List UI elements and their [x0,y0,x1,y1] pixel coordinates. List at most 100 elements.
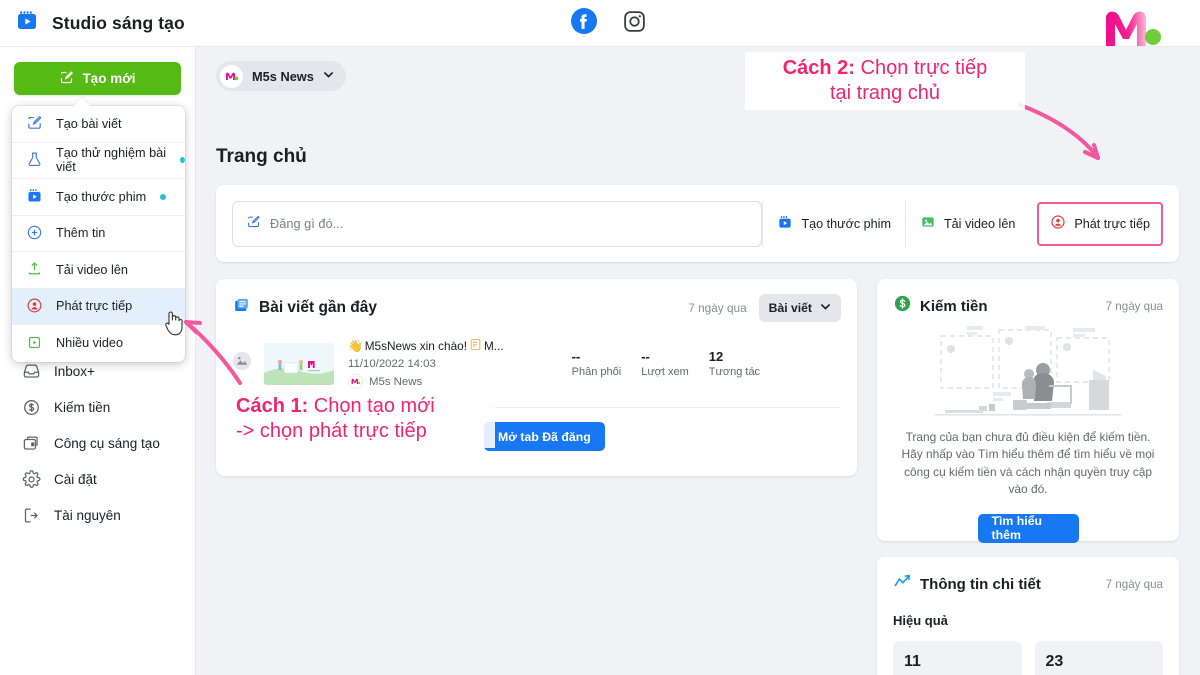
post-thumbnail [264,342,334,385]
dropdown-item-tao-thuoc-phim[interactable]: Tạo thước phim [12,179,185,216]
workspace-illustration [893,324,1163,429]
top-bar-left: Studio sáng tạo [0,9,185,38]
inbox-icon [22,362,41,381]
compose-icon [59,70,74,88]
insights-title: Thông tin chi tiết [920,575,1041,593]
post-date: 11/10/2022 14:03 [348,358,436,370]
dropdown-item-label: Tạo bài viết [56,116,122,131]
create-new-label: Tạo mới [82,71,136,86]
page-avatar [220,64,243,88]
sidebar-item-label: Cài đặt [54,471,97,487]
recent-posts-range: 7 ngày qua [688,301,747,315]
dropdown-item-phat-truc-tiep[interactable]: Phát trực tiếp [12,288,185,325]
gear-icon [22,469,41,489]
recent-posts-header: Bài viết gần đây 7 ngày qua Bài viết [216,279,857,322]
recent-posts-filter-label: Bài viết [768,301,812,315]
post-page: M5s News [348,374,504,389]
post-stats: -- Phân phối -- Lượt xem 12 Tương tác [572,349,760,378]
dropdown-item-label: Tạo thước phim [56,189,147,204]
instagram-icon[interactable] [622,9,647,39]
annotation-rest: Chọn tạo mới [308,395,435,417]
dollar-circle-icon [893,294,912,318]
top-bar: Studio sáng tạo [0,0,1200,61]
annotation-bold: Cách 2: [782,57,855,79]
dropdown-item-tao-bai-viet[interactable]: Tạo bài viết [12,106,185,143]
sidebar-item-creative-tools[interactable]: Công cụ sáng tạo [0,425,195,461]
video-upload-icon [920,214,936,233]
dropdown-item-label: Nhiều video [56,336,124,351]
dropdown-item-tao-thu-nghiem-bai-viet[interactable]: Tạo thử nghiệm bài viết [12,143,185,179]
recent-posts-title: Bài viết gần đây [259,299,378,316]
open-published-tab-button[interactable]: Mở tab Đã đăng [484,422,605,451]
annotation-rest: Chọn trực tiếp [854,57,988,79]
reels-icon [777,214,793,233]
annotation-line-1: Cách 1: Chọn tạo mới [236,394,489,419]
metric-reach: 11 Số người tiếp cận được 83.3% [893,641,1022,675]
post-text: M5sNews xin chào! [364,339,467,353]
dropdown-item-label: Tải video lên [56,262,128,277]
composer-action-phat-truc-tiep[interactable]: Phát trực tiếp [1037,201,1163,246]
dropdown-item-nhieu-video[interactable]: Nhiều video [12,325,185,362]
note-icon [469,338,482,354]
main-content: M5s News Trang chủ Đăng gì đó... Tạo thư… [196,47,1200,675]
sidebar-item-label: Inbox+ [54,363,95,379]
monetization-cta-wrap: Tìm hiểu thêm [977,512,1079,543]
insights-range: 7 ngày qua [1105,577,1163,591]
stat-label: Lượt xem [641,366,689,378]
compose-icon [246,214,261,234]
sidebar-item-label: Công cụ sáng tạo [54,435,160,451]
upload-icon [26,260,45,279]
stat-label: Tương tác [708,366,761,378]
composer-input[interactable]: Đăng gì đó... [232,200,763,247]
creative-tools-icon [22,434,41,453]
app-root: Studio sáng tạo Tạo mới Inbox+ Kiếm tiền… [0,0,1200,675]
dropdown-item-them-tin[interactable]: Thêm tin [12,216,185,252]
compose-icon [26,114,45,133]
new-badge-dot [160,193,167,200]
post-page-label: M5s News [369,375,423,388]
page-title: Trang chủ [216,146,307,167]
recent-posts-filter[interactable]: Bài viết [758,294,841,322]
create-new-button[interactable]: Tạo mới [14,62,181,95]
insights-subtitle: Hiệu quả [893,613,948,628]
facebook-icon[interactable] [570,7,598,40]
insights-card: Thông tin chi tiết 7 ngày qua Hiệu quả 1… [877,557,1179,675]
new-badge-dot [180,157,185,164]
sidebar-item-resources[interactable]: Tài nguyên [0,497,195,533]
annotation-cach-2: Cách 2: Chọn trực tiếp tại trang chủ [745,52,1025,110]
stat-value: -- [641,349,650,364]
sidebar-item-settings[interactable]: Cài đặt [0,461,195,497]
social-links [570,0,647,47]
monetization-header: Kiếm tiền 7 ngày qua [893,294,1163,318]
hand-cursor-icon [162,308,184,336]
plus-circle-icon [26,224,45,243]
dropdown-item-tai-video-len[interactable]: Tải video lên [12,252,185,289]
multi-video-icon [26,334,45,353]
stat-value: 12 [708,349,724,364]
annotation-line-1: Cách 2: Chọn trực tiếp [751,56,1019,81]
dropdown-item-label: Phát trực tiếp [56,299,133,314]
learn-more-button[interactable]: Tìm hiểu thêm [977,513,1079,543]
chevron-down-icon [820,301,831,315]
annotation-cach-1: Cách 1: Chọn tạo mới -> chọn phát trực t… [230,390,495,448]
page-selector-chip[interactable]: M5s News [216,61,346,91]
metric-value: 11 [904,653,921,670]
sidebar-item-monetization[interactable]: Kiếm tiền [0,389,195,425]
composer-action-label: Tải video lên [943,216,1016,231]
stat-label: Phân phối [571,366,622,378]
post-row[interactable]: 👋 M5sNews xin chào! M... 11/10/2022 14:0… [216,322,857,389]
composer-action-tai-video-len[interactable]: Tải video lên [904,200,1029,247]
stat-value: -- [571,349,581,364]
composer-action-label: Tạo thước phim [801,216,891,231]
live-icon [1050,214,1066,233]
reels-icon [26,187,45,206]
composer-action-tao-thuoc-phim[interactable]: Tạo thước phim [762,200,905,247]
metric-engagement: 23 Tương tác [1034,641,1163,675]
annotation-line-2: tại trang chủ [829,82,941,104]
composer-placeholder: Đăng gì đó... [270,216,344,231]
sidebar-item-label: Kiếm tiền [54,399,111,415]
creator-studio-icon [15,9,39,38]
post-text-row: 👋 M5sNews xin chào! M... [348,338,504,354]
insights-metrics: 11 Số người tiếp cận được 83.3% 23 Tương… [893,641,1163,675]
stat-tuong-tac: 12 Tương tác [709,349,760,378]
